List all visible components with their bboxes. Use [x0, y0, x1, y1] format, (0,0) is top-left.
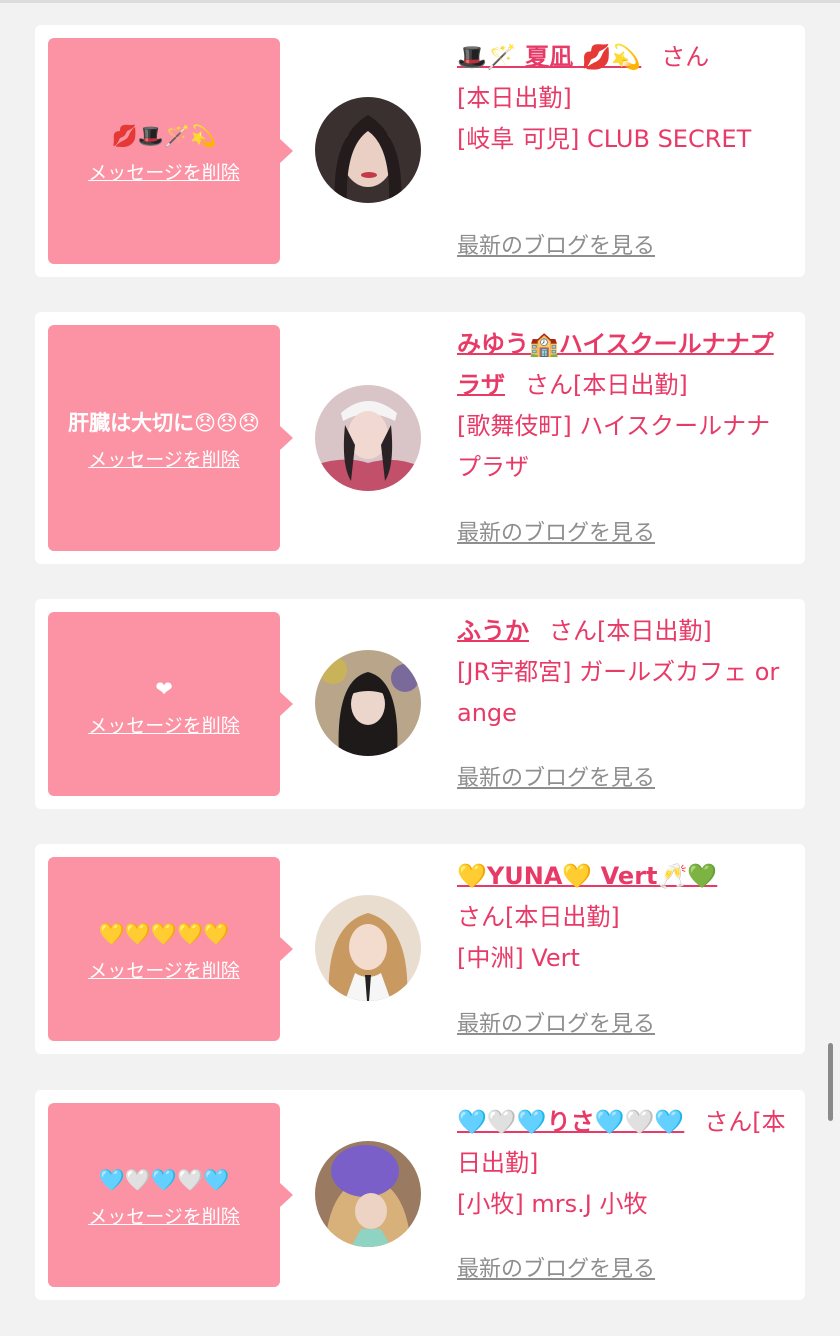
avatar[interactable]	[315, 1141, 421, 1247]
avatar[interactable]	[315, 97, 421, 203]
delete-message-link[interactable]: メッセージを削除	[88, 158, 240, 185]
message-text: 💋🎩🪄💫	[111, 123, 217, 148]
message-card: 肝臓は大切に😞😞😞 メッセージを削除 みゆう🏫ハイスクールナナプラザ さん[本日出…	[35, 312, 805, 564]
message-bubble: 🩵🤍🩵🤍🩵 メッセージを削除	[48, 1103, 293, 1287]
attendance-status: [本日出勤]	[457, 84, 572, 112]
honorific: さん	[704, 1108, 753, 1136]
shop-name: [岐阜 可児] CLUB SECRET	[457, 125, 752, 153]
message-bubble: ❤ メッセージを削除	[48, 612, 293, 796]
latest-blog-link[interactable]: 最新のブログを見る	[457, 760, 655, 792]
honorific: さん	[525, 371, 573, 399]
shop-name: [小牧] mrs.J 小牧	[457, 1190, 648, 1218]
cast-info: 🎩🪄 夏凪 💋💫 さん [本日出勤] [岐阜 可児] CLUB SECRET	[457, 37, 793, 160]
delete-message-link[interactable]: メッセージを削除	[88, 1202, 240, 1229]
avatar[interactable]	[315, 895, 421, 1001]
message-card: 🩵🤍🩵🤍🩵 メッセージを削除 🩵🤍🩵りさ🩵🤍🩵 さん[本日出勤] [小牧] mrs…	[35, 1090, 805, 1300]
cast-info: ふうか さん[本日出勤] [JR宇都宮] ガールズカフェ orange	[457, 611, 793, 734]
scrollbar[interactable]	[828, 1043, 833, 1121]
latest-blog-link[interactable]: 最新のブログを見る	[457, 1251, 655, 1283]
top-divider	[0, 0, 840, 3]
cast-info: 🩵🤍🩵りさ🩵🤍🩵 さん[本日出勤] [小牧] mrs.J 小牧	[457, 1102, 793, 1225]
message-text: 肝臓は大切に😞😞😞	[68, 410, 260, 435]
cast-name-link[interactable]: ふうか	[457, 617, 529, 645]
latest-blog-link[interactable]: 最新のブログを見る	[457, 228, 655, 260]
cast-info: みゆう🏫ハイスクールナナプラザ さん[本日出勤] [歌舞伎町] ハイスクールナナプ…	[457, 324, 793, 488]
message-card: ❤ メッセージを削除 ふうか さん[本日出勤] [JR宇都宮] ガールズカフェ o…	[35, 599, 805, 809]
delete-message-link[interactable]: メッセージを削除	[88, 445, 240, 472]
honorific: さん	[661, 43, 710, 71]
cast-name-link[interactable]: 💛YUNA💛 Vert🥂💚	[457, 862, 717, 890]
message-text: ❤	[155, 676, 173, 701]
delete-message-link[interactable]: メッセージを削除	[88, 956, 240, 983]
attendance-status: [本日出勤]	[573, 371, 688, 399]
delete-message-link[interactable]: メッセージを削除	[88, 711, 240, 738]
attendance-status: [本日出勤]	[597, 617, 712, 645]
honorific: さん	[549, 617, 597, 645]
message-card: 💋🎩🪄💫 メッセージを削除 🎩🪄 夏凪 💋💫 さん [本日出勤] [岐阜 可児] …	[35, 25, 805, 277]
message-text: 💛💛💛💛💛	[98, 921, 230, 946]
latest-blog-link[interactable]: 最新のブログを見る	[457, 1006, 655, 1038]
shop-name: [歌舞伎町] ハイスクールナナプラザ	[457, 412, 771, 481]
shop-name: [中洲] Vert	[457, 944, 580, 972]
honorific: さん	[457, 903, 505, 931]
shop-name: [JR宇都宮] ガールズカフェ orange	[457, 658, 780, 727]
avatar[interactable]	[315, 650, 421, 756]
latest-blog-link[interactable]: 最新のブログを見る	[457, 515, 655, 547]
message-card: 💛💛💛💛💛 メッセージを削除 💛YUNA💛 Vert🥂💚 さん[本日出勤] [中…	[35, 844, 805, 1054]
message-text: 🩵🤍🩵🤍🩵	[98, 1167, 230, 1192]
cast-name-link[interactable]: 🎩🪄 夏凪 💋💫	[457, 43, 641, 71]
message-bubble: 💋🎩🪄💫 メッセージを削除	[48, 38, 293, 264]
message-bubble: 💛💛💛💛💛 メッセージを削除	[48, 857, 293, 1041]
cast-info: 💛YUNA💛 Vert🥂💚 さん[本日出勤] [中洲] Vert	[457, 856, 793, 979]
attendance-status: [本日出勤]	[505, 903, 620, 931]
avatar[interactable]	[315, 385, 421, 491]
cast-name-link[interactable]: 🩵🤍🩵りさ🩵🤍🩵	[457, 1108, 684, 1136]
message-bubble: 肝臓は大切に😞😞😞 メッセージを削除	[48, 325, 293, 551]
